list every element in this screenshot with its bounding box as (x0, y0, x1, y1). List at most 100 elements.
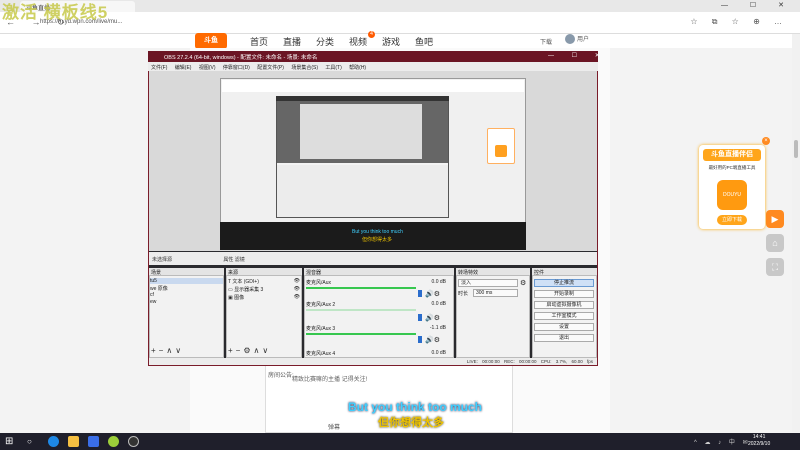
virtual-camera-button[interactable]: 启动虚拟摄像机 (534, 301, 594, 309)
site-logo[interactable]: 斗鱼 (195, 33, 227, 49)
source-item-text[interactable]: T 文本 (GDI+) 👁 (228, 278, 300, 285)
transition-select[interactable]: 淡入 (458, 279, 518, 287)
obs-icon[interactable] (128, 436, 139, 447)
speaker-icon[interactable]: 🔊⚙ (425, 314, 440, 322)
scene-item[interactable]: ew (150, 299, 223, 305)
captured-header (222, 80, 524, 92)
visibility-icon[interactable]: 👁 (294, 294, 300, 300)
channel-name: 麦克风/Aux 2 (306, 302, 336, 308)
mixer-title: 混音器 (304, 268, 454, 276)
store-icon[interactable] (88, 436, 99, 447)
system-tray[interactable]: ^ ☁ ♪ 中 ✉ (694, 437, 751, 446)
exit-button[interactable]: 退出 (534, 334, 594, 342)
start-recording-button[interactable]: 开始录制 (534, 290, 594, 298)
close-icon[interactable]: × (762, 137, 770, 145)
scrollbar[interactable] (792, 34, 800, 432)
controls-title: 控件 (532, 268, 597, 276)
subtitle-chinese: 但你想得太多 (378, 417, 444, 429)
recursive-screen (300, 104, 422, 159)
danmaku-label[interactable]: 弹幕 (328, 422, 340, 431)
avatar (565, 34, 575, 45)
gear-icon[interactable]: ⚙ (520, 279, 526, 287)
nav-category[interactable]: 分类 (316, 35, 334, 48)
chrome-icon[interactable] (108, 436, 119, 447)
search-icon[interactable]: ○ (27, 437, 32, 446)
url-field[interactable]: https://m.yd.wpn.com/live/mu... (40, 17, 660, 30)
captured-subtitle-en: But you think too much (352, 229, 403, 235)
mixer-channel: 麦克风/Aux 2 0.0 dB (306, 301, 446, 308)
video-badge: 4 (368, 31, 375, 38)
fullscreen-icon[interactable]: ⛶ (766, 258, 784, 276)
scene-item[interactable]: tu5 (150, 278, 223, 284)
nav-video[interactable]: 视频 (349, 35, 367, 48)
overlay-watermark: 激活 横板线5 (2, 3, 109, 22)
play-icon[interactable]: ▶ (766, 210, 784, 228)
transitions-title: 转场特效 (456, 268, 530, 276)
windows-start-icon[interactable]: ⊞ (5, 436, 13, 447)
source-label: 文本 (GDI+) (232, 279, 259, 285)
speaker-icon[interactable]: 🔊⚙ (425, 336, 440, 344)
no-source-label: 未选择源 (152, 257, 173, 263)
volume-slider[interactable] (418, 336, 422, 343)
nav-live[interactable]: 直播 (283, 35, 301, 48)
volume-meter (306, 287, 416, 289)
volume-meter (306, 333, 416, 335)
announcement-text: 精致比赛嘛的主播 记得关注! (292, 377, 368, 383)
stop-streaming-button[interactable]: 停止推流 (534, 279, 594, 287)
duration-label: 时长 (458, 291, 469, 297)
channel-name: 麦克风/Aux 3 (306, 326, 336, 332)
visibility-icon[interactable]: 👁 (294, 278, 300, 284)
file-explorer-icon[interactable] (68, 436, 79, 447)
ad-download-button[interactable]: 立即下载 (717, 215, 747, 225)
duration-input[interactable]: 300 ms (473, 289, 518, 297)
recursive-docks (277, 165, 448, 217)
scroll-thumb[interactable] (794, 140, 798, 158)
obs-status-bar: LIVE: 00:00:00 REC: 00:00:00 CPU: 3.7%, … (149, 358, 597, 365)
scenes-title: 场景 (149, 268, 224, 276)
source-label: 图像 (234, 295, 245, 301)
captured-subtitle-zh: 但你想得太多 (362, 237, 393, 243)
ad-title: 斗鱼直播伴侣 (703, 149, 761, 161)
scene-item[interactable]: we 原像 (150, 285, 223, 292)
obs-title-bar: OBS 27.2.4 (64-bit, windows) - 配置文件: 未命名… (148, 51, 598, 62)
edge-icon[interactable] (48, 436, 59, 447)
sources-title: 来源 (226, 268, 302, 276)
volume-meter (306, 309, 416, 311)
obs-window-controls[interactable]: — ☐ ✕ (548, 52, 608, 59)
settings-button[interactable]: 设置 (534, 323, 594, 331)
douyu-app-icon: DOUYU (717, 180, 747, 210)
captured-ad-icon (495, 145, 507, 157)
source-label: 显示器采集 3 (234, 287, 264, 293)
taskbar (0, 433, 800, 450)
download-link[interactable]: 下载 (540, 37, 552, 46)
nav-home[interactable]: 首页 (250, 35, 268, 48)
user-menu[interactable]: 用户 (565, 34, 589, 45)
channel-db: -1.1 dB (429, 325, 446, 331)
channel-name: 麦克风/Aux 4 (306, 351, 336, 357)
announcement-label: 房间公告: (268, 373, 294, 379)
volume-slider[interactable] (418, 290, 422, 297)
nav-fishbar[interactable]: 鱼吧 (415, 35, 433, 48)
speaker-icon[interactable]: 🔊⚙ (425, 290, 440, 298)
studio-mode-button[interactable]: 工作室模式 (534, 312, 594, 320)
source-item-display[interactable]: ▭ 显示器采集 3 👁 (228, 286, 300, 293)
scene-item[interactable]: cf (150, 292, 223, 298)
clock[interactable]: 14:41 2022/9/10 (748, 434, 770, 448)
sources-toolbar[interactable]: +−⚙∧∨ (228, 346, 271, 355)
ad-description: 最好用的PC端直播工具 (708, 165, 756, 170)
scenes-toolbar[interactable]: +−∧∨ (151, 346, 184, 355)
channel-db: 0.0 dB (431, 279, 446, 285)
volume-slider[interactable] (418, 314, 422, 321)
window-controls[interactable]: — ☐ ✕ (721, 1, 794, 9)
mixer-channel: 麦克风/Aux 0.0 dB (306, 279, 446, 286)
browser-toolbar-icons[interactable]: ☆ ⧉ ☆ ⊕ … (690, 17, 788, 27)
channel-db: 0.0 dB (431, 350, 446, 356)
nav-games[interactable]: 游戏 (382, 35, 400, 48)
mixer-channel: 麦克风/Aux 4 0.0 dB (306, 350, 446, 357)
visibility-icon[interactable]: 👁 (294, 286, 300, 292)
properties-filters[interactable]: 属性 滤镜 (223, 257, 244, 263)
home-icon[interactable]: ⌂ (766, 234, 784, 252)
clock-date: 2022/9/10 (748, 441, 771, 447)
obs-source-toolbar: 未选择源 属性 滤镜 (149, 252, 597, 265)
source-item-image[interactable]: ▣ 图像 👁 (228, 294, 300, 301)
